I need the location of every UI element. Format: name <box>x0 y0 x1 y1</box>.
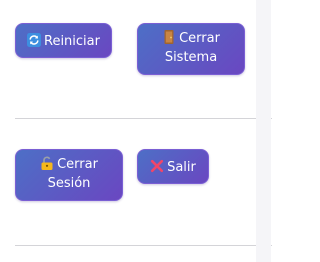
exit-button[interactable]: Salir <box>137 149 209 184</box>
shutdown-label-line1: Cerrar <box>179 31 220 46</box>
unlocked-padlock-icon <box>41 156 53 170</box>
section-divider <box>15 245 272 246</box>
section-divider <box>15 118 272 119</box>
logout-label-line2: Sesión <box>47 176 91 191</box>
logout-session-button[interactable]: Cerrar Sesión <box>15 149 123 201</box>
exit-label: Salir <box>167 160 196 175</box>
shutdown-label-line2: Sistema <box>164 50 218 65</box>
power-options-panel: Reiniciar Cerrar Sistema Cerrar Sesión S… <box>0 0 272 262</box>
door-icon <box>164 30 174 44</box>
scrollbar-track[interactable] <box>256 0 271 262</box>
restart-icon <box>27 33 41 47</box>
cross-mark-icon <box>150 159 164 173</box>
logout-label-line1: Cerrar <box>57 157 98 172</box>
shutdown-system-button[interactable]: Cerrar Sistema <box>137 23 245 75</box>
restart-button[interactable]: Reiniciar <box>15 23 112 58</box>
restart-label: Reiniciar <box>44 34 100 49</box>
